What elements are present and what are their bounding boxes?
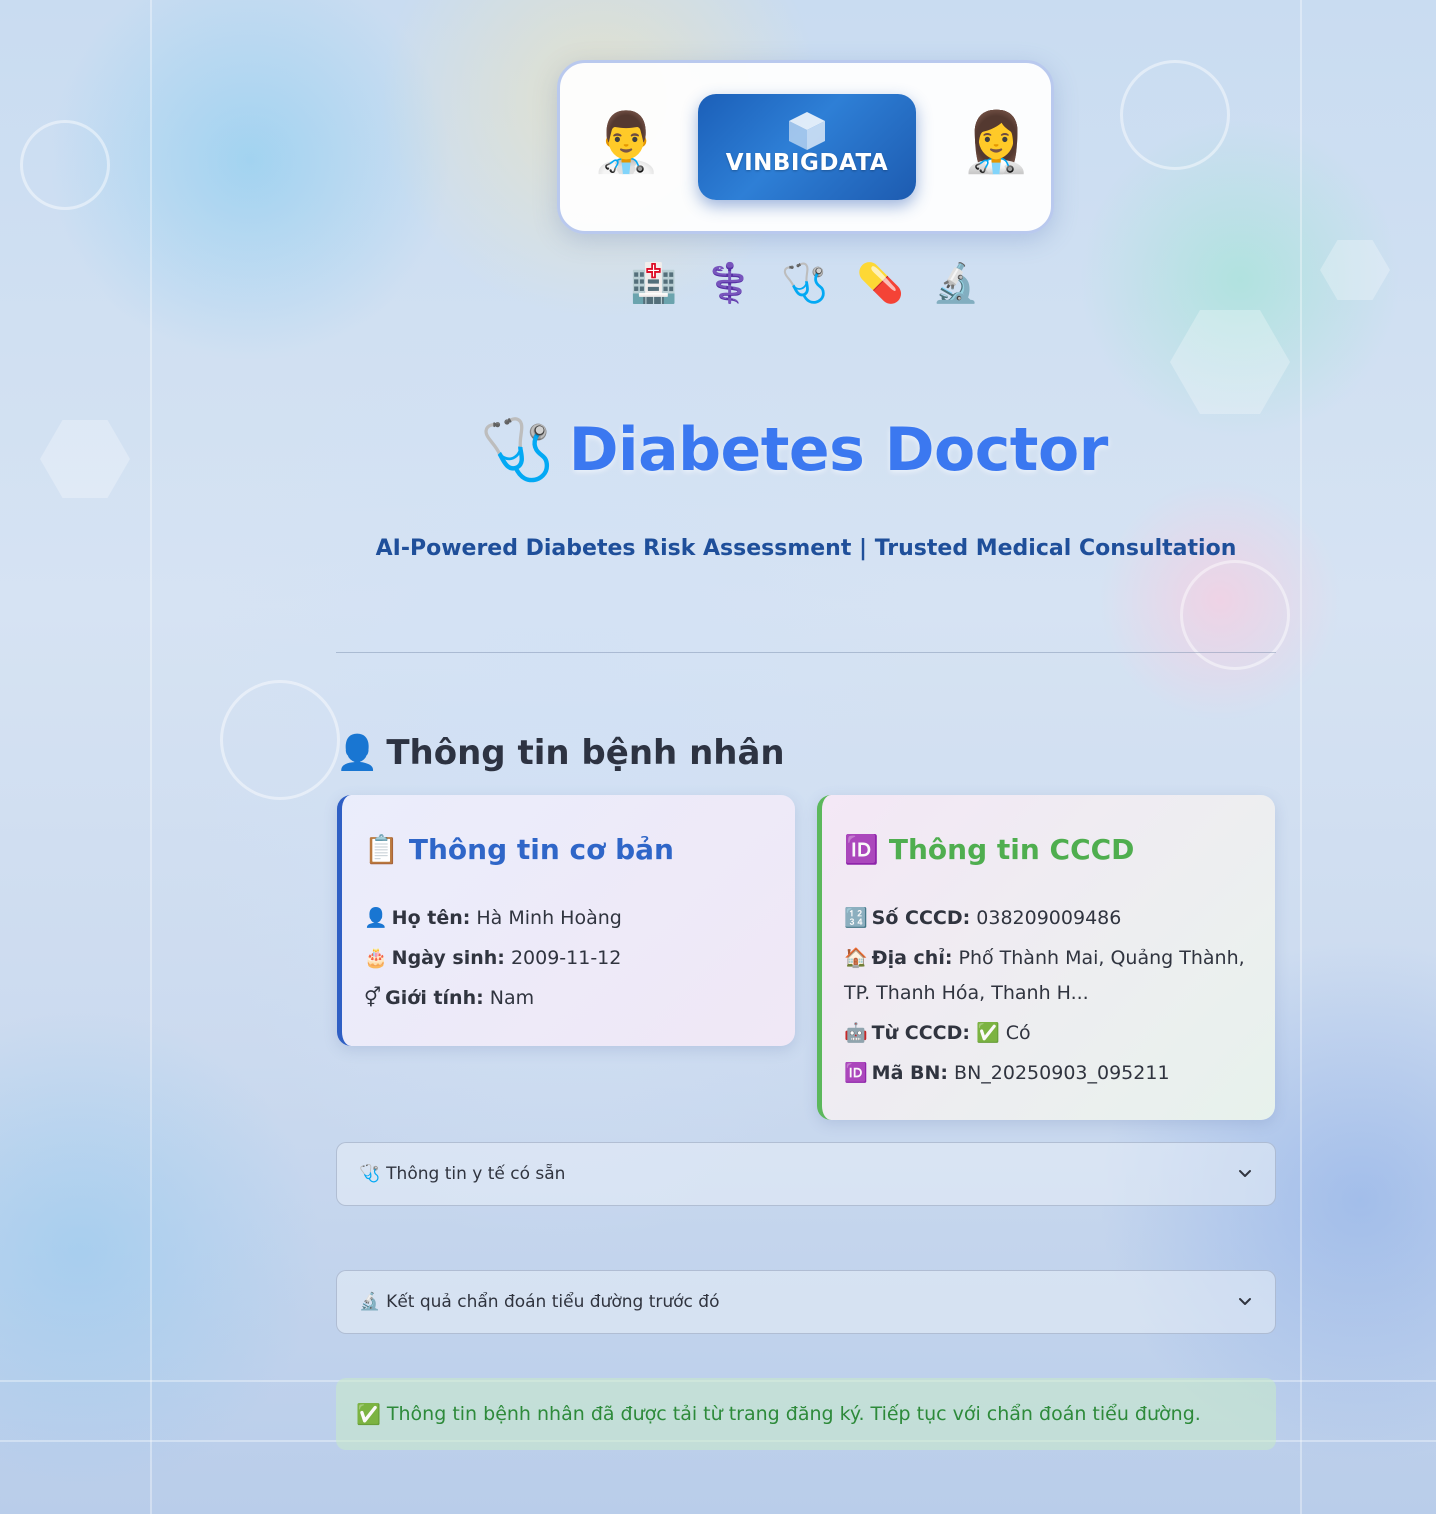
cccd-number-row: 🔢 Số CCCD: 038209009486	[844, 901, 1253, 936]
row-value: ✅ Có	[976, 1022, 1031, 1044]
female-doctor-icon: 👩‍⚕️	[960, 108, 1033, 176]
basic-info-card: 📋 Thông tin cơ bản 👤 Họ tên: Hà Minh Hoàn…	[337, 795, 795, 1046]
logo-card: 👨‍⚕️ VINBIGDATA 👩‍⚕️	[557, 60, 1054, 234]
row-value: 2009-11-12	[510, 947, 622, 969]
numbers-icon: 🔢	[844, 907, 868, 929]
stethoscope-icon: 🩺	[781, 261, 829, 305]
row-label: Địa chỉ:	[871, 947, 953, 969]
clipboard-icon: 📋	[364, 832, 399, 866]
medical-icon-row: 🏥 ⚕️ 🩺 💊 🔬	[630, 258, 980, 308]
microscope-icon: 🔬	[359, 1292, 381, 1312]
microscope-icon: 🔬	[932, 261, 980, 305]
row-label: Giới tính:	[385, 987, 484, 1009]
row-label: Ngày sinh:	[391, 947, 505, 969]
check-icon: ✅	[356, 1402, 381, 1426]
chevron-down-icon	[1239, 1298, 1251, 1305]
robot-icon: 🤖	[844, 1022, 868, 1044]
previous-diagnosis-expander[interactable]: 🔬 Kết quả chẩn đoán tiểu đường trước đó	[336, 1270, 1276, 1334]
stethoscope-icon: 🩺	[359, 1164, 381, 1184]
app-title: Diabetes Doctor	[568, 415, 1109, 485]
medical-info-expander[interactable]: 🩺 Thông tin y tế có sẵn	[336, 1142, 1276, 1206]
person-icon: 👤	[364, 907, 388, 929]
card-title: 📋 Thông tin cơ bản	[364, 829, 773, 869]
address-row: 🏠 Địa chỉ: Phố Thành Mai, Quảng Thành, TP…	[844, 941, 1253, 1011]
row-label: Mã BN:	[871, 1062, 948, 1084]
caduceus-icon: ⚕️	[705, 261, 754, 305]
card-title-text: Thông tin CCCD	[888, 832, 1135, 866]
vinbigdata-logo: VINBIGDATA	[698, 94, 916, 200]
id-icon: 🆔	[844, 1062, 868, 1084]
divider	[336, 652, 1276, 653]
cube-icon	[789, 112, 825, 150]
person-icon: 👤	[336, 733, 379, 773]
row-label: Số CCCD:	[871, 907, 971, 929]
expander-label: Kết quả chẩn đoán tiểu đường trước đó	[386, 1292, 720, 1312]
gender-row: ⚥ Giới tính: Nam	[364, 981, 773, 1016]
from-cccd-row: 🤖 Từ CCCD: ✅ Có	[844, 1016, 1253, 1051]
pill-icon: 💊	[856, 261, 905, 305]
male-doctor-icon: 👨‍⚕️	[590, 108, 663, 176]
hospital-icon: 🏥	[630, 261, 678, 305]
cccd-info-card: 🆔 Thông tin CCCD 🔢 Số CCCD: 038209009486 …	[817, 795, 1275, 1120]
card-title: 🆔 Thông tin CCCD	[844, 829, 1253, 869]
app-subtitle: AI-Powered Diabetes Risk Assessment | Tr…	[375, 536, 1237, 561]
success-alert: ✅ Thông tin bệnh nhân đã được tải từ tra…	[336, 1378, 1276, 1450]
row-value: Hà Minh Hoàng	[476, 907, 622, 929]
alert-text: Thông tin bệnh nhân đã được tải từ trang…	[386, 1403, 1201, 1425]
house-icon: 🏠	[844, 947, 868, 969]
expander-label: Thông tin y tế có sẵn	[386, 1164, 566, 1184]
full-name-row: 👤 Họ tên: Hà Minh Hoàng	[364, 901, 773, 936]
birthday-cake-icon: 🎂	[364, 947, 388, 969]
row-value: BN_20250903_095211	[954, 1062, 1170, 1084]
section-heading-text: Thông tin bệnh nhân	[386, 733, 785, 773]
row-value: Nam	[489, 987, 535, 1009]
row-label: Từ CCCD:	[871, 1022, 970, 1044]
patient-id-row: 🆔 Mã BN: BN_20250903_095211	[844, 1056, 1253, 1091]
app-title-block: 🩺 Diabetes Doctor	[480, 410, 1120, 490]
gender-icon: ⚥	[364, 987, 382, 1009]
id-icon: 🆔	[844, 832, 879, 866]
row-label: Họ tên:	[391, 907, 471, 929]
birth-date-row: 🎂 Ngày sinh: 2009-11-12	[364, 941, 773, 976]
row-value: 038209009486	[976, 907, 1122, 929]
section-heading: 👤 Thông tin bệnh nhân	[336, 728, 785, 778]
brand-name: VINBIGDATA	[725, 150, 889, 176]
card-title-text: Thông tin cơ bản	[408, 832, 674, 866]
stethoscope-icon: 🩺	[480, 415, 555, 485]
chevron-down-icon	[1239, 1170, 1251, 1177]
